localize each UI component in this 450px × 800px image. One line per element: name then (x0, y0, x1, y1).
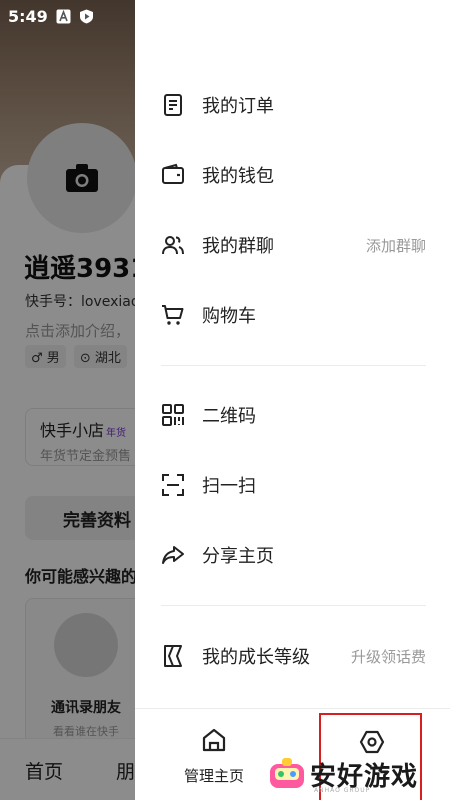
watermark-subtext: ANHAO GROUP (314, 787, 371, 794)
watermark-logo: 安好游戏 ANHAO GROUP (268, 754, 443, 794)
upgrade-reward-link[interactable]: 升级领话费 (351, 646, 426, 667)
scan-icon (161, 473, 185, 497)
menu-label-scan: 扫一扫 (202, 476, 256, 497)
cart-icon (161, 303, 185, 327)
home-icon (201, 727, 227, 753)
wallet-icon (161, 163, 185, 187)
menu-label-qrcode: 二维码 (202, 406, 256, 427)
menu-item-cart[interactable]: 购物车 (135, 290, 450, 340)
growth-level-icon (161, 644, 185, 668)
menu-item-growth[interactable]: 我的成长等级 升级领话费 (135, 631, 450, 681)
menu-label-groups: 我的群聊 (202, 236, 274, 257)
status-bar: 5:49 (0, 0, 135, 32)
menu-label-share: 分享主页 (202, 546, 274, 567)
manage-home-label: 管理主页 (183, 767, 244, 785)
menu-label-orders: 我的订单 (202, 96, 274, 117)
menu-item-share[interactable]: 分享主页 (135, 530, 450, 580)
menu-label-wallet: 我的钱包 (202, 166, 274, 187)
menu-item-qrcode[interactable]: 二维码 (135, 390, 450, 440)
menu-label-cart: 购物车 (202, 306, 256, 327)
menu-item-orders[interactable]: 我的订单 (135, 80, 450, 130)
manage-home-button[interactable]: 管理主页 (175, 727, 253, 789)
status-time: 5:49 (8, 6, 48, 26)
menu-label-growth: 我的成长等级 (202, 647, 310, 668)
settings-hexagon-icon (359, 729, 385, 755)
gamepad-icon (268, 756, 306, 792)
group-icon (161, 233, 185, 257)
shield-play-icon (79, 9, 94, 24)
add-group-link[interactable]: 添加群聊 (366, 235, 426, 256)
menu-divider (161, 365, 426, 366)
menu-item-groups[interactable]: 我的群聊 添加群聊 (135, 220, 450, 270)
a-icon (56, 9, 71, 24)
side-drawer: 我的订单 我的钱包 我的群聊 添加群聊 购物车 二维码 扫一扫 分享主页 我的成… (135, 0, 450, 800)
order-icon (161, 93, 185, 117)
share-icon (161, 543, 185, 567)
qrcode-icon (161, 403, 185, 427)
menu-item-scan[interactable]: 扫一扫 (135, 460, 450, 510)
menu-divider (161, 605, 426, 606)
menu-item-wallet[interactable]: 我的钱包 (135, 150, 450, 200)
